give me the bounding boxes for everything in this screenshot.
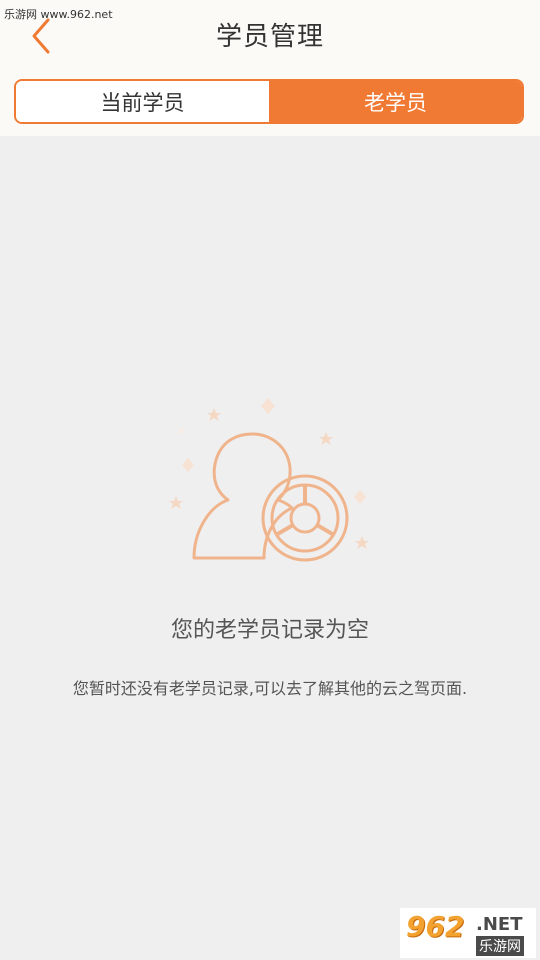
tab-current-students[interactable]: 当前学员 xyxy=(16,81,269,122)
tab-bar: 当前学员 老学员 xyxy=(14,79,524,124)
app-header: 乐游网 www.962.net 学员管理 当前学员 老学员 xyxy=(0,0,540,136)
empty-state-description: 您暂时还没有老学员记录,可以去了解其他的云之驾页面. xyxy=(72,679,468,698)
empty-students-illustration xyxy=(169,398,369,562)
watermark-logo: 962 .NET 乐游网 xyxy=(400,908,536,958)
logo-net: .NET xyxy=(476,914,523,935)
tab-former-students[interactable]: 老学员 xyxy=(269,81,522,122)
page-title: 学员管理 xyxy=(215,22,324,52)
empty-state-illustration xyxy=(150,390,390,580)
empty-state-title: 您的老学员记录为空 xyxy=(170,618,369,643)
logo-number: 962 xyxy=(406,910,465,943)
logo-name: 乐游网 xyxy=(476,936,524,956)
